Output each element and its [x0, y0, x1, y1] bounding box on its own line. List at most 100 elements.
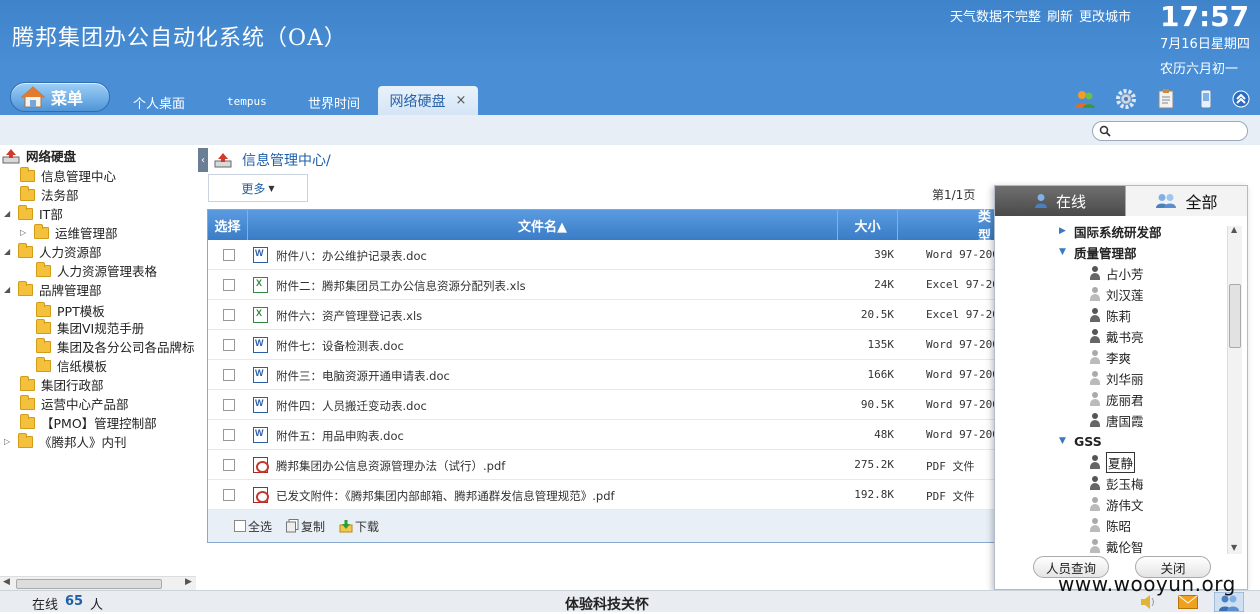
- weather-refresh-link[interactable]: 刷新: [1047, 10, 1073, 25]
- file-name-link[interactable]: 附件五：用品申购表.doc: [276, 428, 404, 444]
- expand-arrow-icon[interactable]: ◢: [4, 209, 12, 218]
- row-checkbox[interactable]: [223, 429, 235, 441]
- tree-item[interactable]: 法务部: [20, 185, 79, 204]
- chevron-down-icon[interactable]: ▼: [1059, 247, 1069, 257]
- tree-item[interactable]: 信息管理中心: [20, 166, 116, 185]
- tree-item[interactable]: ◢ IT部: [4, 204, 63, 223]
- tab-network-disk[interactable]: 网络硬盘 ×: [378, 86, 478, 115]
- tab-all[interactable]: 全部: [1125, 186, 1247, 216]
- org-user[interactable]: 陈昭: [1089, 515, 1131, 535]
- select-all-button[interactable]: 全选: [234, 518, 272, 535]
- tab-personal-desktop[interactable]: 个人桌面: [133, 93, 185, 112]
- tree-item[interactable]: 集团VI规范手册: [36, 318, 144, 337]
- row-checkbox[interactable]: [223, 249, 235, 261]
- table-row[interactable]: 附件七：设备检测表.doc 135K Word 97-2003: [208, 330, 996, 360]
- tab-online[interactable]: 在线: [995, 186, 1125, 216]
- chevron-down-icon[interactable]: ▼: [1059, 436, 1069, 446]
- file-name-link[interactable]: 附件六：资产管理登记表.xls: [276, 308, 422, 324]
- table-row[interactable]: 附件三：电脑资源开通申请表.doc 166K Word 97-2003: [208, 360, 996, 390]
- tree-item[interactable]: 信纸模板: [36, 356, 107, 375]
- tree-item[interactable]: ◢ 人力资源部: [4, 242, 102, 261]
- org-user[interactable]: 戴书亮: [1089, 326, 1144, 346]
- scroll-down-icon[interactable]: ▼: [1231, 543, 1237, 552]
- table-row[interactable]: 已发文附件：《腾邦集团内部邮箱、腾邦通群发信息管理规范》.pdf 192.8K PD…: [208, 480, 996, 510]
- table-row[interactable]: 附件六：资产管理登记表.xls 20.5K Excel 97-2003: [208, 300, 996, 330]
- tree-item[interactable]: 集团行政部: [20, 375, 104, 394]
- org-user[interactable]: 夏静: [1089, 451, 1136, 473]
- table-row[interactable]: 附件五：用品申购表.doc 48K Word 97-2003: [208, 420, 996, 450]
- tree-item[interactable]: ▷ 运维管理部: [20, 223, 118, 242]
- more-dropdown-button[interactable]: 更多 ▼: [208, 174, 308, 202]
- row-checkbox[interactable]: [223, 339, 235, 351]
- file-name-link[interactable]: 腾邦集团办公信息资源管理办法（试行）.pdf: [276, 458, 505, 474]
- row-checkbox[interactable]: [223, 489, 235, 501]
- org-user[interactable]: 唐国霞: [1089, 410, 1144, 430]
- speaker-icon[interactable]: [1140, 594, 1158, 610]
- people-icon[interactable]: [1074, 88, 1096, 110]
- collapse-up-icon[interactable]: [1232, 90, 1250, 108]
- tab-tempus[interactable]: tempus: [227, 95, 267, 108]
- collapsed-arrow-icon[interactable]: ▷: [4, 437, 12, 446]
- download-button[interactable]: 下载: [339, 518, 379, 535]
- phone-icon[interactable]: [1195, 88, 1217, 110]
- table-row[interactable]: 附件四：人员搬迁变动表.doc 90.5K Word 97-2003: [208, 390, 996, 420]
- row-checkbox[interactable]: [223, 369, 235, 381]
- tab-world-time[interactable]: 世界时间: [308, 93, 360, 112]
- gear-icon[interactable]: [1115, 88, 1137, 110]
- expand-arrow-icon[interactable]: ◢: [4, 285, 12, 294]
- panel-vertical-scrollbar[interactable]: ▲ ▼: [1227, 225, 1242, 554]
- main-menu-button[interactable]: 菜单: [10, 82, 110, 112]
- search-input[interactable]: [1092, 121, 1248, 141]
- table-row[interactable]: 附件二：腾邦集团员工办公信息资源分配列表.xls 24K Excel 97-2003: [208, 270, 996, 300]
- file-name-link[interactable]: 已发文附件：《腾邦集团内部邮箱、腾邦通群发信息管理规范》.pdf: [276, 488, 615, 504]
- tree-horizontal-scrollbar[interactable]: ◀ ▶: [0, 576, 196, 590]
- org-user[interactable]: 庞丽君: [1089, 389, 1144, 409]
- scrollbar-thumb[interactable]: [1229, 284, 1241, 348]
- online-count[interactable]: 65: [65, 594, 83, 609]
- org-user[interactable]: 刘汉莲: [1089, 284, 1144, 304]
- scroll-right-icon[interactable]: ▶: [185, 577, 192, 587]
- scroll-up-icon[interactable]: ▲: [1231, 225, 1237, 234]
- row-checkbox[interactable]: [223, 459, 235, 471]
- org-user[interactable]: 游伟文: [1089, 494, 1144, 514]
- close-icon[interactable]: ×: [456, 93, 467, 108]
- tree-item[interactable]: 集团及各分公司各品牌标: [36, 337, 195, 356]
- collapse-sidebar-handle[interactable]: ‹: [198, 148, 208, 172]
- tree-item[interactable]: 【PMO】管理控制部: [20, 413, 157, 432]
- org-user[interactable]: 刘华丽: [1089, 368, 1144, 388]
- tree-root[interactable]: 网络硬盘: [2, 146, 76, 165]
- tree-item[interactable]: 人力资源管理表格: [36, 261, 157, 280]
- table-row[interactable]: 腾邦集团办公信息资源管理办法（试行）.pdf 275.2K PDF 文件: [208, 450, 996, 480]
- org-user[interactable]: 陈莉: [1089, 305, 1131, 325]
- copy-button[interactable]: 复制: [286, 518, 325, 535]
- org-user[interactable]: 彭玉梅: [1089, 473, 1144, 493]
- org-group[interactable]: ▶ 国际系统研发部: [1059, 221, 1162, 241]
- row-checkbox[interactable]: [223, 399, 235, 411]
- mail-icon[interactable]: [1178, 595, 1198, 609]
- row-checkbox[interactable]: [223, 309, 235, 321]
- expand-arrow-icon[interactable]: ◢: [4, 247, 12, 256]
- org-user[interactable]: 戴伦智: [1089, 536, 1144, 556]
- change-city-link[interactable]: 更改城市: [1079, 10, 1131, 25]
- row-checkbox[interactable]: [223, 279, 235, 291]
- file-name-link[interactable]: 附件二：腾邦集团员工办公信息资源分配列表.xls: [276, 278, 526, 294]
- org-group[interactable]: ▼ 质量管理部: [1059, 242, 1137, 262]
- column-type[interactable]: 类型: [898, 210, 996, 244]
- clipboard-icon[interactable]: [1155, 88, 1177, 110]
- chevron-right-icon[interactable]: ▶: [1059, 226, 1069, 236]
- file-name-link[interactable]: 附件三：电脑资源开通申请表.doc: [276, 368, 450, 384]
- file-name-link[interactable]: 附件七：设备检测表.doc: [276, 338, 404, 354]
- collapsed-arrow-icon[interactable]: ▷: [20, 228, 28, 237]
- tree-item[interactable]: 运营中心产品部: [20, 394, 129, 413]
- file-name-link[interactable]: 附件八：办公维护记录表.doc: [276, 248, 427, 264]
- table-row[interactable]: 附件八：办公维护记录表.doc 39K Word 97-2003: [208, 240, 996, 270]
- org-user[interactable]: 占小芳: [1089, 263, 1144, 283]
- scroll-left-icon[interactable]: ◀: [3, 577, 10, 587]
- tree-item[interactable]: ◢ 品牌管理部: [4, 280, 102, 299]
- breadcrumb-path[interactable]: 信息管理中心/: [242, 150, 331, 170]
- org-user[interactable]: 李爽: [1089, 347, 1131, 367]
- file-name-link[interactable]: 附件四：人员搬迁变动表.doc: [276, 398, 427, 414]
- org-group[interactable]: ▼ GSS: [1059, 431, 1102, 451]
- tree-item[interactable]: ▷ 《腾邦人》内刊: [4, 432, 127, 451]
- column-filename[interactable]: 文件名▲: [248, 210, 838, 240]
